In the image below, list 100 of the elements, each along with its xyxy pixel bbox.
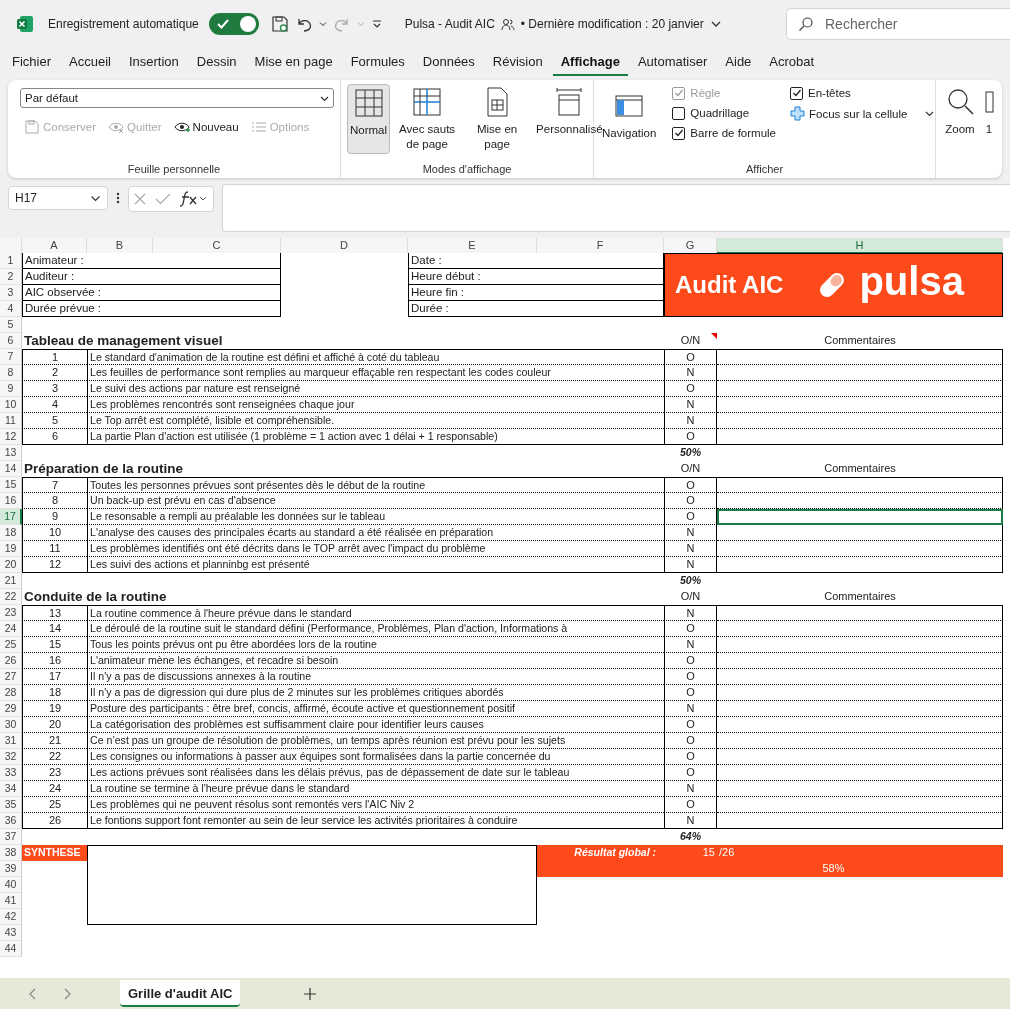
previous-sheet-icon[interactable] [28,987,38,1000]
row-header[interactable]: 8 [0,365,22,381]
menu-tab[interactable]: Fichier [4,50,59,76]
column-header[interactable]: F [537,238,664,254]
row-header[interactable]: 4 [0,301,22,317]
comment-cell[interactable] [717,749,1003,765]
comment-cell[interactable] [717,525,1003,541]
column-header[interactable]: C [153,238,281,254]
menu-tab[interactable]: Affichage [552,50,628,76]
row-header[interactable]: 10 [0,397,22,413]
comment-cell[interactable] [717,413,1003,429]
row-header[interactable]: 6 [0,333,22,349]
row-header[interactable]: 34 [0,781,22,797]
checkmark-icon[interactable] [155,192,171,206]
row-header[interactable]: 21 [0,573,22,589]
row-header[interactable]: 14 [0,461,22,477]
column-header[interactable]: B [87,238,153,254]
menu-tab[interactable]: Aide [717,50,760,76]
row-header[interactable]: 31 [0,733,22,749]
row-header[interactable]: 19 [0,541,22,557]
row-header[interactable]: 25 [0,637,22,653]
row-header[interactable]: 12 [0,429,22,445]
zoom-level-button[interactable]: 1 [982,84,996,139]
row-header[interactable]: 40 [0,877,22,893]
row-header[interactable]: 18 [0,525,22,541]
column-header[interactable]: D [281,238,408,254]
comment-cell[interactable] [717,733,1003,749]
last-modified-label[interactable]: • Dernière modification : 20 janvier [520,17,704,31]
ribbon-checkbox[interactable]: Barre de formule [672,126,776,140]
add-sheet-icon[interactable] [304,987,317,1000]
comment-cell[interactable] [717,477,1003,493]
focus-cell-button[interactable]: Focus sur la cellule [790,106,935,121]
comment-cell[interactable] [717,717,1003,733]
column-header[interactable]: A [22,238,87,254]
row-header[interactable]: 38 [0,845,22,861]
column-header[interactable]: E [408,238,537,254]
comment-cell[interactable] [717,365,1003,381]
comment-cell[interactable] [717,397,1003,413]
row-header[interactable]: 15 [0,477,22,493]
checkbox-icon[interactable] [672,106,686,120]
checkbox-icon[interactable] [790,86,803,100]
document-title[interactable]: Pulsa - Audit AIC [404,17,495,31]
comment-cell[interactable] [717,557,1003,573]
row-header[interactable]: 16 [0,493,22,509]
insert-function-icon[interactable] [179,190,209,208]
row-header[interactable]: 39 [0,861,22,877]
menu-tab[interactable]: Acrobat [761,50,823,76]
row-header[interactable]: 9 [0,381,22,397]
caret-icon[interactable] [318,20,327,28]
comment-cell[interactable] [717,605,1003,621]
menu-tab[interactable]: Automatiser [629,50,716,76]
row-header[interactable]: 32 [0,749,22,765]
row-header[interactable]: 24 [0,621,22,637]
comment-cell[interactable] [717,653,1003,669]
ribbon-checkbox[interactable]: Quadrillage [672,106,776,120]
row-header[interactable]: 37 [0,829,22,845]
save-icon[interactable] [270,15,289,33]
comment-cell[interactable] [717,797,1003,813]
menu-tab[interactable]: Mise en page [246,50,341,76]
row-header[interactable]: 23 [0,605,22,621]
row-header[interactable]: 29 [0,701,22,717]
formula-input[interactable] [222,184,1010,232]
next-sheet-icon[interactable] [62,987,72,1000]
comment-cell[interactable] [717,685,1003,701]
row-header[interactable]: 17 [0,509,22,525]
zoom-button[interactable]: Zoom [942,84,978,139]
row-header[interactable]: 13 [0,445,22,461]
row-header[interactable]: 5 [0,317,22,333]
comment-cell[interactable] [717,349,1003,365]
menu-tab[interactable]: Formules [342,50,413,76]
row-header[interactable]: 27 [0,669,22,685]
row-header[interactable]: 41 [0,893,22,909]
comment-cell[interactable] [717,781,1003,797]
row-header[interactable]: 42 [0,909,22,925]
menu-tab[interactable]: Révision [484,50,551,76]
autosave-toggle[interactable] [208,13,259,35]
row-header[interactable]: 3 [0,285,22,301]
row-header[interactable]: 26 [0,653,22,669]
row-header[interactable]: 36 [0,813,22,829]
row-header[interactable]: 22 [0,589,22,605]
name-box[interactable]: H17 [8,186,108,210]
ribbon-checkbox[interactable]: En-têtes [790,86,935,100]
menu-tab[interactable]: Dessin [188,50,245,76]
comment-cell[interactable] [717,813,1003,829]
menu-tab[interactable]: Insertion [120,50,187,76]
comment-cell[interactable] [717,381,1003,397]
comment-cell[interactable] [717,765,1003,781]
menu-tab[interactable]: Accueil [61,50,119,76]
menu-tab[interactable]: Données [414,50,483,76]
row-header[interactable]: 7 [0,349,22,365]
row-header[interactable]: 28 [0,685,22,701]
row-header[interactable]: 2 [0,269,22,285]
checkbox-icon[interactable] [672,126,686,140]
row-header[interactable]: 1 [0,253,22,269]
row-header[interactable]: 30 [0,717,22,733]
comment-cell[interactable] [717,509,1003,525]
row-header[interactable]: 33 [0,765,22,781]
row-header[interactable]: 44 [0,941,22,957]
column-header[interactable]: H [717,238,1003,254]
view-mode-button[interactable]: Avec sauts de page [394,84,461,154]
